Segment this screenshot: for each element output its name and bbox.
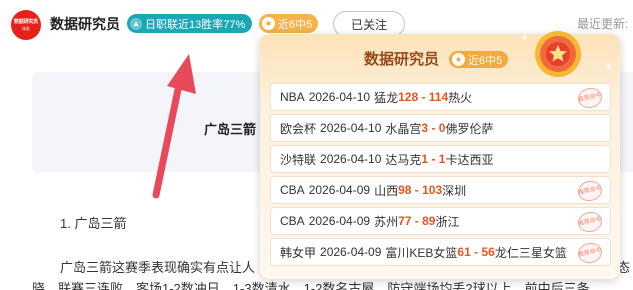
streak-badge-label: 日职联近13胜率77% — [145, 18, 246, 31]
star-icon: ★ — [262, 17, 275, 30]
score-separator: - — [411, 183, 423, 197]
score-separator: - — [470, 245, 482, 259]
summary-title: 广岛三箭 — [204, 122, 257, 137]
match-home-score: 3 — [421, 121, 429, 135]
match-date: 2026-04-10 — [308, 90, 371, 104]
match-row[interactable]: 韩女甲 2026-04-09 富川KEB女篮 61 - 56 龙仁三星女篮 推荐… — [270, 238, 611, 266]
hit-stamp-icon: 推荐命中 — [576, 85, 604, 111]
match-date: 2026-04-10 — [320, 152, 382, 166]
score-separator: - — [428, 152, 439, 166]
match-away-team: 龙仁三星女篮 — [494, 245, 567, 260]
popover-title: 数据研究员 — [364, 51, 440, 68]
match-away-score: 103 — [422, 183, 443, 197]
author-name[interactable]: 数据研究员 — [50, 14, 120, 34]
match-away-team: 热火 — [448, 90, 473, 105]
match-home-score: 128 — [398, 90, 419, 104]
medal-icon — [535, 31, 581, 77]
match-date: 2026-04-10 — [320, 121, 382, 135]
match-away-team: 卡达西亚 — [445, 152, 494, 167]
match-away-score: 56 — [481, 245, 495, 259]
match-away-score: 114 — [428, 90, 449, 104]
popover-form-label: 近6中5 — [468, 54, 503, 67]
section-heading: 1. 广岛三箭 — [60, 216, 127, 231]
hit-stamp-icon: 推荐命中 — [576, 178, 604, 204]
match-away-score: 1 — [438, 152, 446, 166]
sparkle-icon: ✦ — [604, 62, 613, 73]
match-away-team: 佛罗伦萨 — [445, 121, 494, 136]
match-home-team: 苏州 — [374, 214, 399, 229]
match-home-team: 山西 — [374, 183, 399, 198]
score-separator: - — [418, 90, 429, 104]
match-row[interactable]: CBA 2026-04-09 苏州 77 - 89 浙江 推荐命中 — [270, 207, 611, 235]
match-home-score: 1 — [421, 152, 429, 166]
match-row[interactable]: 欧会杯 2026-04-10 水晶宫 3 - 0 佛罗伦萨 — [270, 114, 611, 142]
match-home-team: 猛龙 — [374, 90, 399, 105]
paragraph-line-1: 广岛三箭这赛季表现确实有点让人 — [60, 260, 256, 275]
sparkle-icon: ✦ — [520, 33, 529, 44]
score-separator: - — [411, 214, 423, 228]
hit-stamp-icon: 推荐命中 — [576, 240, 604, 266]
match-row[interactable]: NBA 2026-04-10 猛龙 128 - 114 热火 推荐命中 — [270, 83, 611, 111]
avatar[interactable]: 数据研究员 体彩 — [11, 10, 41, 40]
avatar-sub-text: 体彩 — [22, 26, 30, 31]
star-icon: ★ — [452, 53, 465, 66]
match-row[interactable]: CBA 2026-04-09 山西 98 - 103 深圳 推荐命中 — [270, 176, 611, 204]
match-league: CBA — [280, 214, 305, 228]
match-league: NBA — [280, 90, 305, 104]
match-league: 欧会杯 — [280, 121, 317, 136]
match-home-score: 98 — [398, 183, 412, 197]
form-badge[interactable]: ★ 近6中5 — [259, 14, 319, 33]
match-away-team: 深圳 — [442, 183, 467, 198]
match-home-team: 富川KEB女篮 — [385, 245, 458, 260]
score-separator: - — [428, 121, 439, 135]
match-date: 2026-04-09 — [320, 245, 382, 259]
match-league: 韩女甲 — [280, 245, 317, 260]
streak-badge[interactable]: ▲ 日职联近13胜率77% — [127, 14, 253, 33]
trend-up-icon: ▲ — [130, 17, 142, 30]
avatar-brand-text: 数据研究员 — [13, 19, 38, 25]
match-home-team: 水晶宫 — [385, 121, 422, 136]
match-home-score: 61 — [457, 245, 471, 259]
match-list: NBA 2026-04-10 猛龙 128 - 114 热火 推荐命中 欧会杯 … — [270, 83, 611, 269]
hit-stamp-icon: 推荐命中 — [576, 209, 604, 235]
pointer-arrow-icon — [152, 54, 196, 199]
match-away-score: 0 — [438, 121, 446, 135]
match-home-team: 达马克 — [385, 152, 422, 167]
paragraph-line-2: 晓，联赛三连败，客场1-2数冲日，1-3数清水，1-2数名古屋，防守端场均丢2球… — [32, 281, 590, 290]
form-badge-label: 近6中5 — [278, 18, 313, 31]
match-league: CBA — [280, 183, 305, 197]
match-home-score: 77 — [398, 214, 412, 228]
match-date: 2026-04-09 — [308, 183, 371, 197]
match-away-team: 浙江 — [435, 214, 460, 229]
update-label: 最近更新: — [577, 17, 629, 31]
match-away-score: 89 — [422, 214, 436, 228]
popover-form-badge: ★ 近6中5 — [449, 51, 509, 68]
match-league: 沙特联 — [280, 152, 317, 167]
match-date: 2026-04-09 — [308, 214, 371, 228]
match-row[interactable]: 沙特联 2026-04-10 达马克 1 - 1 卡达西亚 — [270, 145, 611, 173]
